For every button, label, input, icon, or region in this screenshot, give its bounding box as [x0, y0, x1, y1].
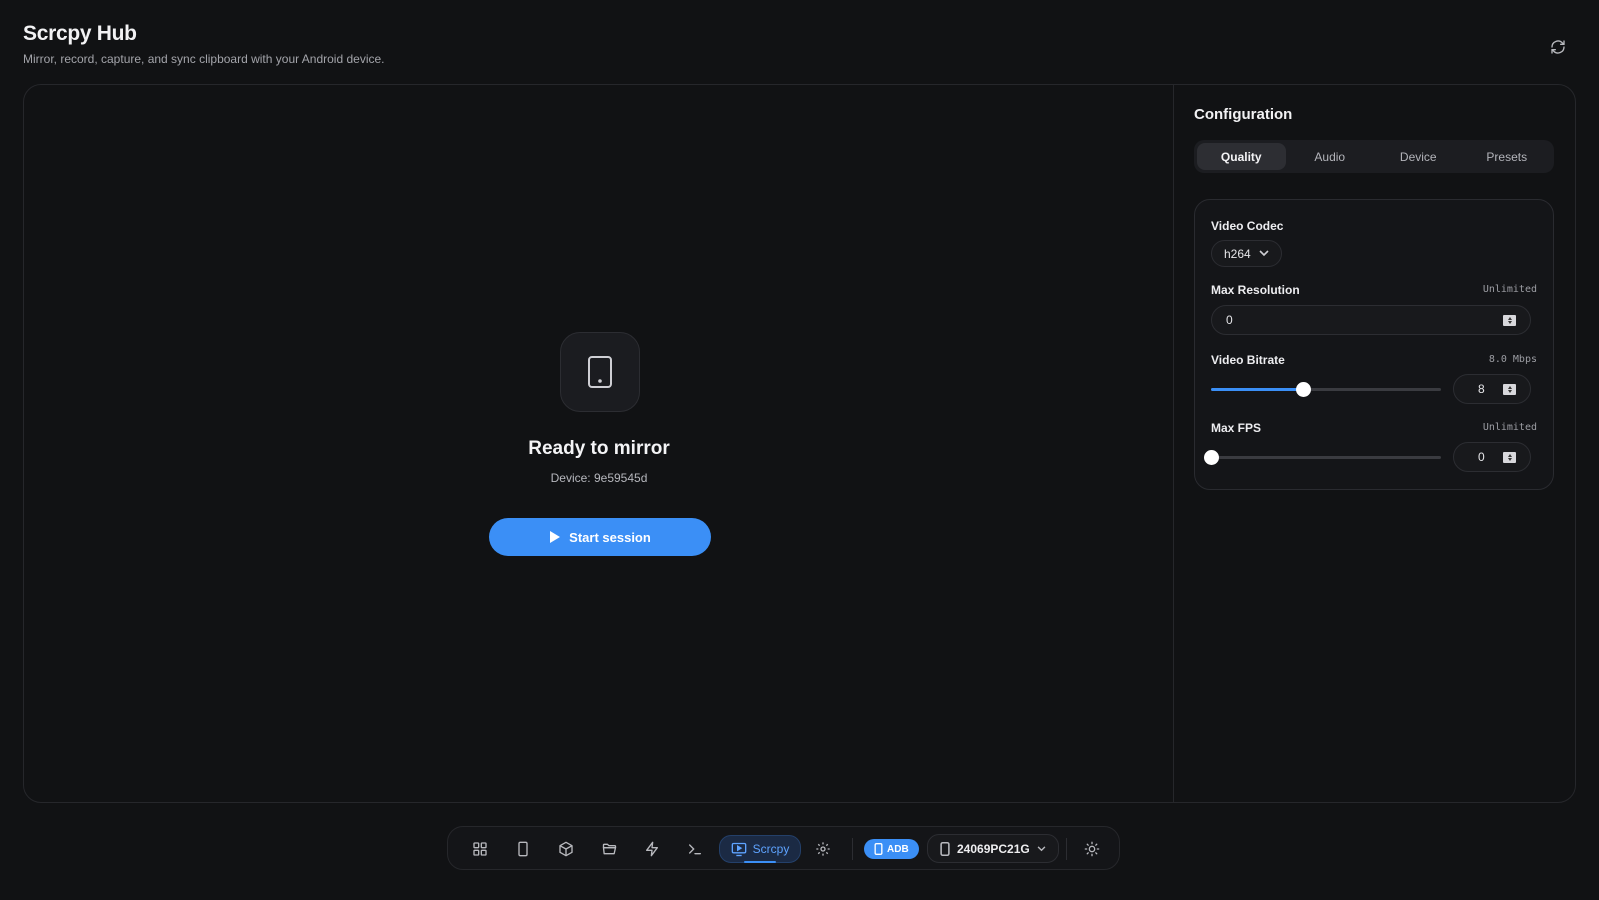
tab-presets[interactable]: Presets [1463, 143, 1552, 170]
video-bitrate-slider-thumb[interactable] [1296, 382, 1311, 397]
device-selector-label: 24069PC21G [957, 841, 1030, 856]
phone-icon [518, 841, 528, 857]
refresh-button[interactable] [1547, 36, 1569, 58]
phone-icon [874, 843, 883, 855]
max-fps-hint: Unlimited [1482, 422, 1537, 433]
page-subtitle: Mirror, record, capture, and sync clipbo… [23, 52, 385, 66]
video-bitrate-label: Video Bitrate [1211, 353, 1285, 367]
device-id-label: Device: 9e59545d [550, 471, 648, 485]
tablet-icon [588, 356, 612, 388]
dock-divider [1066, 838, 1067, 860]
max-resolution-value: 0 [1226, 313, 1233, 327]
bolt-icon [646, 841, 658, 857]
monitor-play-icon [731, 842, 746, 856]
quality-settings-card: Video Codec h264 Max Resolution Unlimite… [1194, 199, 1554, 490]
tab-quality[interactable]: Quality [1197, 143, 1286, 170]
max-resolution-hint: Unlimited [1482, 284, 1537, 295]
dock-apps-button[interactable] [552, 835, 580, 863]
theme-toggle-button[interactable] [1078, 835, 1106, 863]
max-resolution-label: Max Resolution [1211, 283, 1300, 297]
tab-audio[interactable]: Audio [1286, 143, 1375, 170]
tab-device[interactable]: Device [1374, 143, 1463, 170]
bottom-dock: Scrcpy ADB 24069PC21G [447, 826, 1120, 870]
phone-icon [940, 841, 950, 856]
config-tabs: Quality Audio Device Presets [1194, 140, 1554, 173]
dock-files-button[interactable] [595, 835, 623, 863]
start-session-label: Start session [569, 529, 651, 545]
dock-shell-button[interactable] [681, 835, 709, 863]
video-codec-value: h264 [1224, 246, 1251, 261]
video-codec-select[interactable]: h264 [1211, 240, 1282, 267]
refresh-icon [1551, 40, 1565, 54]
sun-icon [1084, 841, 1100, 857]
dock-actions-button[interactable] [638, 835, 666, 863]
device-tile [560, 332, 640, 412]
adb-badge[interactable]: ADB [864, 839, 919, 859]
max-fps-input[interactable]: 0 [1453, 442, 1531, 472]
chevron-down-icon [1037, 845, 1046, 851]
dock-scrcpy-label: Scrcpy [752, 842, 790, 856]
play-icon [550, 531, 561, 543]
video-bitrate-spinner[interactable] [1503, 383, 1516, 395]
package-icon [559, 841, 573, 857]
video-codec-label: Video Codec [1211, 219, 1284, 233]
dock-scrcpy-button[interactable]: Scrcpy [719, 835, 801, 863]
terminal-icon [689, 844, 701, 855]
gear-icon [816, 842, 830, 856]
max-fps-slider-thumb[interactable] [1204, 450, 1219, 465]
page-title: Scrcpy Hub [23, 22, 137, 45]
active-indicator [744, 861, 776, 863]
max-fps-slider[interactable] [1204, 450, 1441, 465]
max-fps-value: 0 [1478, 450, 1485, 464]
chevron-down-icon [1259, 250, 1269, 257]
dock-settings-button[interactable] [809, 835, 837, 863]
adb-label: ADB [887, 843, 909, 855]
video-bitrate-value: 8 [1478, 382, 1485, 396]
mirror-preview-area: Ready to mirror Device: 9e59545d Start s… [24, 85, 1174, 802]
max-resolution-spinner[interactable] [1503, 314, 1516, 326]
device-selector[interactable]: 24069PC21G [927, 834, 1059, 863]
max-fps-label: Max FPS [1211, 421, 1262, 435]
video-bitrate-slider-fill [1211, 388, 1303, 391]
start-session-button[interactable]: Start session [489, 518, 711, 556]
ready-heading: Ready to mirror [528, 438, 670, 459]
dock-dashboard-button[interactable] [466, 835, 494, 863]
configuration-title: Configuration [1194, 106, 1293, 123]
main-panel: Ready to mirror Device: 9e59545d Start s… [23, 84, 1576, 803]
video-bitrate-input[interactable]: 8 [1453, 374, 1531, 404]
page-header: Scrcpy Hub Mirror, record, capture, and … [23, 22, 385, 66]
grid-icon [473, 842, 487, 856]
video-bitrate-hint: 8.0 Mbps [1488, 354, 1537, 365]
dock-divider [852, 838, 853, 860]
video-bitrate-slider[interactable] [1211, 382, 1441, 397]
folder-icon [602, 843, 616, 855]
configuration-panel: Configuration Quality Audio Device Prese… [1174, 85, 1575, 802]
max-fps-spinner[interactable] [1503, 451, 1516, 463]
max-resolution-input[interactable]: 0 [1211, 305, 1531, 335]
dock-device-button[interactable] [509, 835, 537, 863]
